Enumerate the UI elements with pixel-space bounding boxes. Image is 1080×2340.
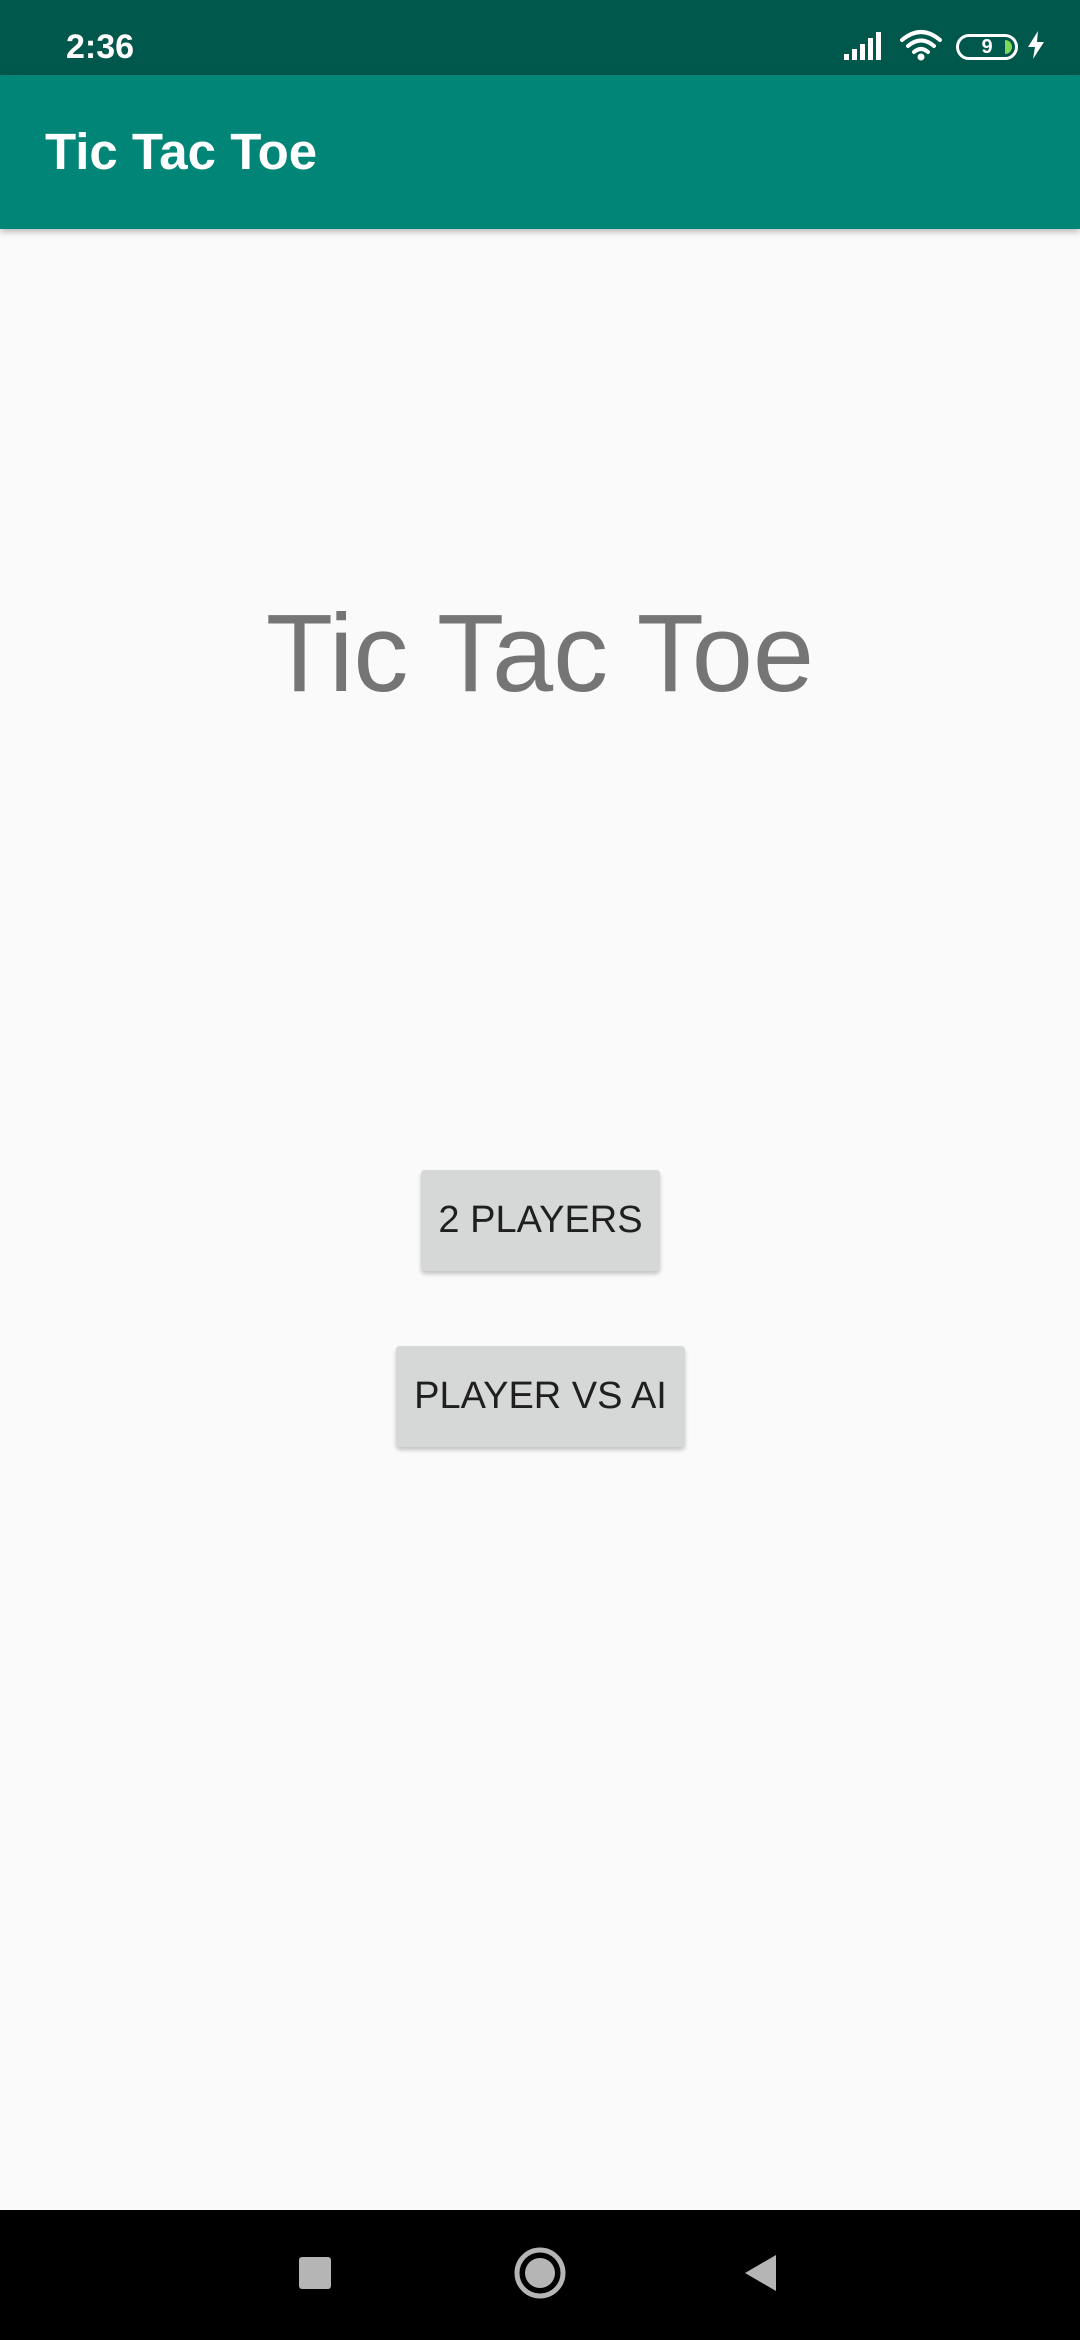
app-title: Tic Tac Toe [45, 123, 318, 180]
recents-button[interactable] [270, 2210, 360, 2340]
back-icon [742, 2253, 778, 2298]
recents-icon [298, 2256, 332, 2295]
back-button[interactable] [715, 2210, 805, 2340]
player-vs-ai-button[interactable]: PLAYER VS AI [396, 1346, 685, 1447]
wifi-icon [900, 29, 942, 66]
charging-icon [1026, 30, 1046, 65]
home-button[interactable] [495, 2210, 585, 2340]
status-bar: 2:36 9 [0, 0, 1080, 75]
status-time: 2:36 [66, 28, 135, 66]
app-bar: Tic Tac Toe [0, 75, 1080, 229]
battery-fill [1005, 40, 1012, 54]
home-icon [513, 2246, 567, 2305]
signal-icon [844, 30, 886, 65]
battery-icon: 9 [956, 34, 1018, 60]
nav-bar [0, 2210, 1080, 2340]
two-players-button[interactable]: 2 PLAYERS [421, 1170, 660, 1271]
battery-level: 9 [981, 35, 993, 58]
headline: Tic Tac Toe [265, 592, 815, 715]
